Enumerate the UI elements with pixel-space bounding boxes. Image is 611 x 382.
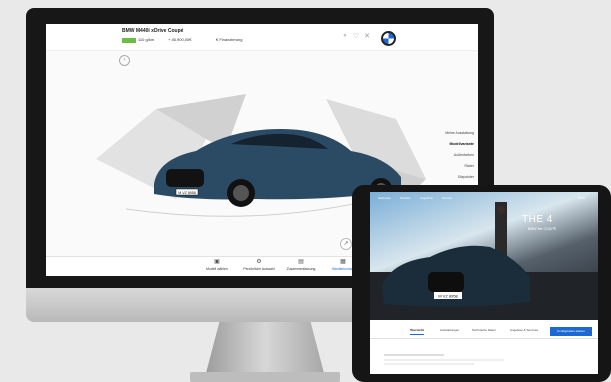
- hero-visual: M VZ 8958: [370, 202, 598, 320]
- finance-link[interactable]: € Finanzierung: [216, 37, 242, 42]
- toolbar-item-summary[interactable]: ▤ Zusammenfassung: [280, 257, 322, 276]
- back-button[interactable]: ‹: [119, 55, 130, 66]
- sidebar-item-upholstery[interactable]: Sitzpolster: [444, 172, 474, 183]
- toolbar-label: Händlerkontakt: [331, 267, 355, 271]
- toolbar-item-selection[interactable]: ⚙ Persönliche Auswahl: [238, 257, 280, 276]
- heart-icon[interactable]: ♡: [353, 33, 364, 40]
- settings-icon: ⚙: [256, 259, 262, 265]
- configure-button[interactable]: Konfiguration starten: [550, 327, 592, 336]
- nav-item[interactable]: Startseite: [378, 196, 391, 200]
- hero-subtitle: BMW 4er COUPÉ: [528, 227, 557, 231]
- sidebar-item-model[interactable]: Modellvariante: [444, 139, 474, 150]
- tab-overview[interactable]: Übersicht: [410, 328, 424, 335]
- toolbar-item-model[interactable]: ▣ Modell wählen: [196, 257, 238, 276]
- car-icon: ▣: [214, 259, 220, 265]
- close-icon[interactable]: ✕: [364, 33, 375, 40]
- license-plate: M VZ 8958: [178, 191, 196, 195]
- emission-value: 110 g/km: [138, 37, 155, 42]
- efficiency-badge: [122, 38, 136, 43]
- configurator-header: BMW M440i xDrive Coupé 110 g/km + 46.900…: [46, 24, 478, 51]
- tab-offers[interactable]: Angebote & Services: [510, 328, 538, 332]
- hero-title: THE 4: [522, 214, 553, 225]
- hero-image: M VZ 8958: [370, 192, 598, 320]
- ipad-screen: M VZ 8958 Startseite Modelle Angebote Se…: [370, 192, 598, 374]
- model-title: BMW M440i xDrive Coupé: [122, 28, 184, 34]
- nav-item[interactable]: Modelle: [400, 196, 411, 200]
- bmw-logo[interactable]: [381, 31, 396, 46]
- nav-item[interactable]: Angebote: [420, 196, 433, 200]
- tab-technical[interactable]: Technische Daten: [472, 328, 496, 332]
- sidebar-item-my-equipment[interactable]: Meine Ausstattung: [444, 128, 474, 139]
- ipad-top-nav: Startseite Modelle Angebote Service BMW: [370, 192, 598, 204]
- toolbar-label: Modell wählen: [206, 267, 228, 271]
- header-icons[interactable]: ⚬♡✕: [342, 32, 375, 40]
- ipad-license-plate: M VZ 8958: [438, 294, 458, 299]
- nav-logo[interactable]: BMW: [578, 196, 585, 200]
- toolbar-label: Persönliche Auswahl: [243, 267, 275, 271]
- imac-stand: [205, 322, 325, 377]
- sidebar-item-exterior[interactable]: Außenfarben: [444, 150, 474, 161]
- nav-item[interactable]: Service: [442, 196, 452, 200]
- toolbar-label: Zusammenfassung: [286, 267, 316, 271]
- share-icon[interactable]: ⚬: [342, 33, 353, 40]
- rotate-view-button[interactable]: ↗: [340, 238, 352, 250]
- price-value: + 46.900,00€: [168, 37, 192, 42]
- document-icon: ▤: [298, 259, 304, 265]
- imac-foot: [190, 372, 340, 382]
- sidebar-item-wheels[interactable]: Räder: [444, 161, 474, 172]
- tab-equipment[interactable]: Ausstattungen: [440, 328, 459, 332]
- content-placeholder: [384, 354, 504, 365]
